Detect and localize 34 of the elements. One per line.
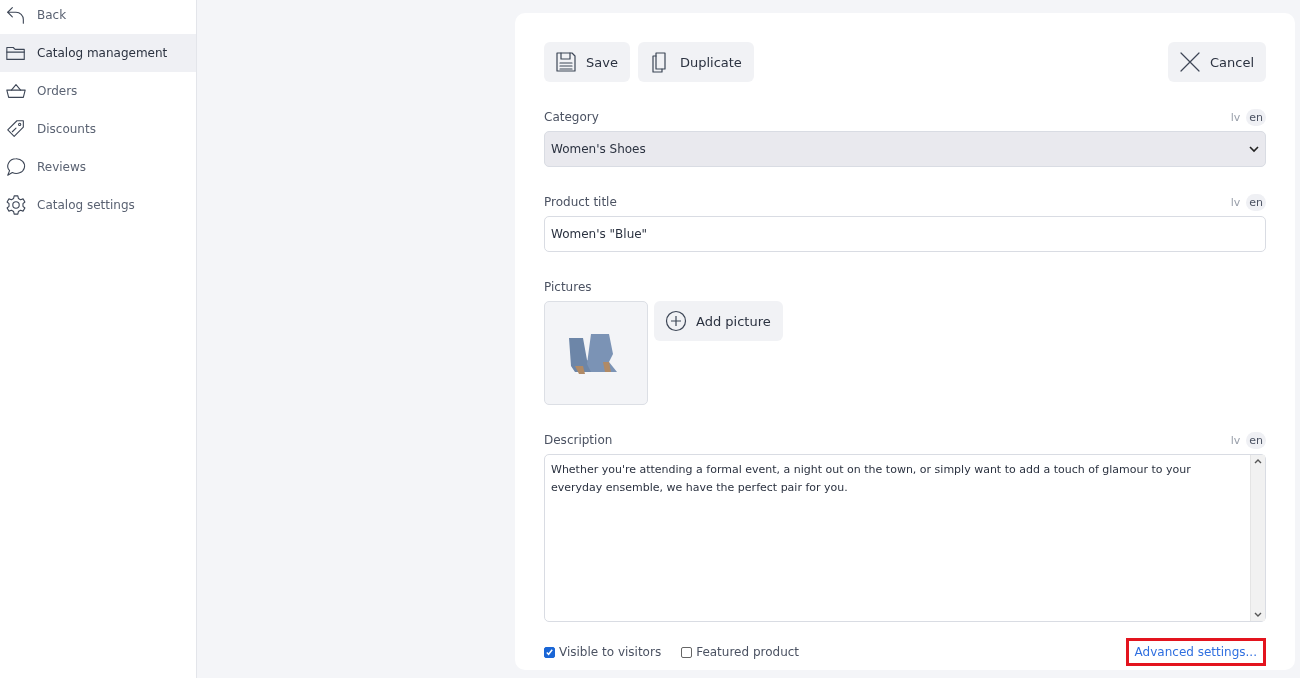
sidebar-item[interactable]: Catalog management: [0, 34, 196, 72]
field-label: Category: [544, 110, 599, 124]
category-dropdown[interactable]: Women's Shoes: [544, 131, 1266, 167]
scroll-down-icon[interactable]: [1254, 612, 1262, 618]
sidebar-item[interactable]: Orders: [0, 72, 196, 110]
sidebar-item[interactable]: Back: [0, 0, 196, 34]
checkbox[interactable]: [544, 646, 555, 658]
language-tab[interactable]: en: [1246, 108, 1266, 126]
language-tab[interactable]: en: [1246, 193, 1266, 211]
description-textarea[interactable]: Whether you're attending a formal event, a night out on the town, or simply want to add a touch of glamour to your everyday ensemble, we have the perfect pair for you.: [544, 454, 1266, 622]
field-label: Description: [544, 433, 613, 447]
chevron-down-icon: [1249, 145, 1259, 153]
plus-circle-icon: [664, 309, 688, 333]
save-button[interactable]: Save: [544, 42, 630, 82]
field-label: Pictures: [544, 280, 592, 294]
sidebar-item[interactable]: Reviews: [0, 148, 196, 186]
scroll-up-icon[interactable]: [1254, 458, 1262, 464]
back-arrow-icon: [5, 4, 27, 26]
checkbox-label: Featured product: [696, 645, 800, 659]
cancel-button[interactable]: Cancel: [1167, 42, 1266, 82]
settings-icon: [5, 194, 27, 216]
checkbox-label: Visible to visitors: [559, 645, 662, 659]
speech-bubble-icon: [5, 156, 27, 178]
price-tag-icon: [5, 118, 27, 140]
sidebar-item[interactable]: Discounts: [0, 110, 196, 148]
language-tab[interactable]: en: [1246, 431, 1266, 449]
sidebar-item[interactable]: Catalog settings: [0, 186, 196, 224]
duplicate-button[interactable]: Duplicate: [637, 42, 754, 82]
field-label: Product title: [544, 195, 617, 209]
input-field[interactable]: Women's "Blue": [544, 216, 1266, 252]
add-picture-button[interactable]: Add picture: [654, 301, 783, 341]
photo-placeholder[interactable]: [544, 301, 648, 405]
advanced-settings-link[interactable]: Advanced settings...: [1125, 638, 1266, 666]
checkbox[interactable]: [681, 646, 693, 658]
